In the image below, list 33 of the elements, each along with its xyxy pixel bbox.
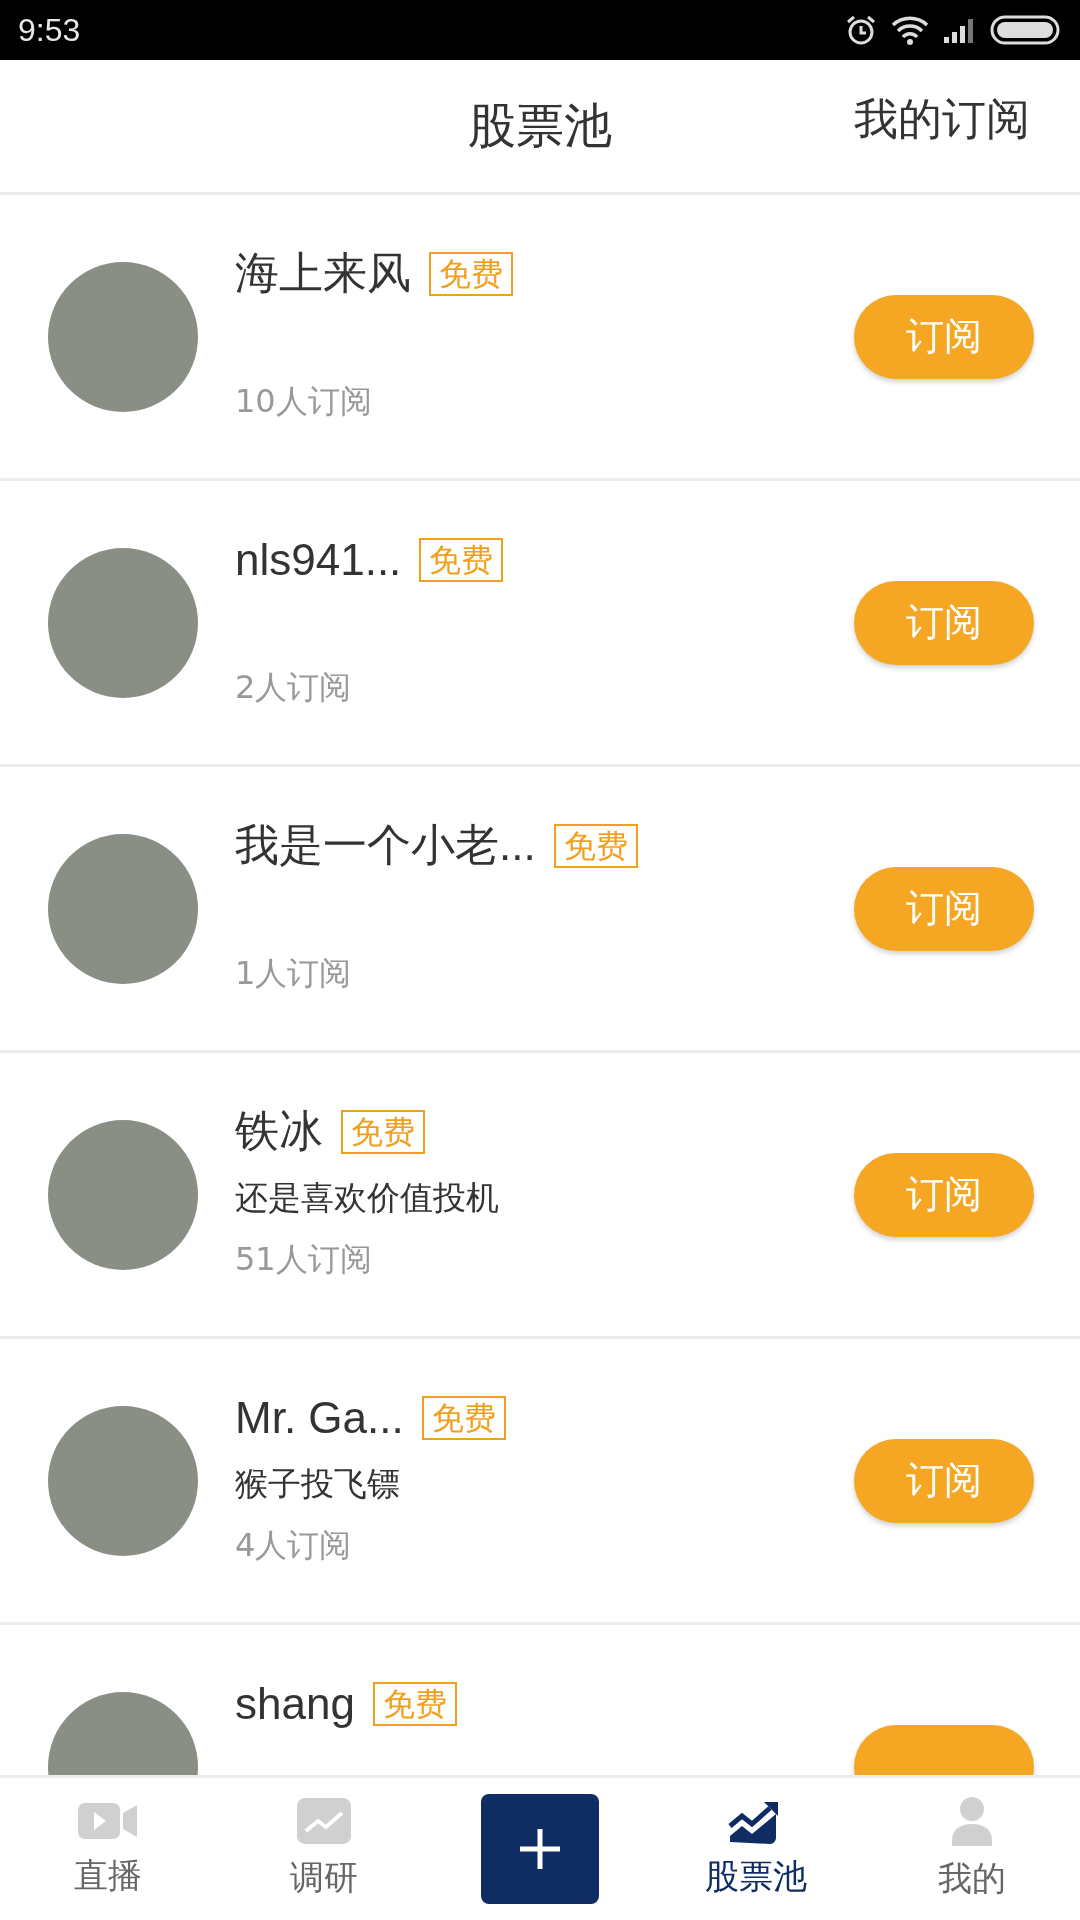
line-chart-icon bbox=[296, 1797, 352, 1845]
tab-item[interactable]: 直播 bbox=[0, 1778, 216, 1920]
page-title: 股票池 bbox=[468, 96, 612, 155]
user-name: 我是一个小老... bbox=[235, 819, 536, 871]
status-time: 9:53 bbox=[18, 11, 81, 49]
free-tag: 免费 bbox=[429, 251, 513, 296]
user-bio: 还是喜欢价值投机 bbox=[235, 1177, 499, 1219]
add-button[interactable] bbox=[481, 1794, 599, 1904]
tab-item[interactable]: 调研 bbox=[216, 1778, 432, 1920]
user-name: 铁冰 bbox=[235, 1105, 323, 1157]
free-tag: 免费 bbox=[421, 1395, 506, 1440]
user-name: nls941... bbox=[235, 534, 402, 585]
alarm-clock-icon bbox=[844, 13, 878, 47]
tab-item[interactable]: 股票池 bbox=[648, 1778, 864, 1920]
user-bio: 猴子投飞镖 bbox=[235, 1463, 400, 1505]
subscriber-count: 2人订阅 bbox=[235, 666, 352, 708]
free-tag: 免费 bbox=[419, 537, 504, 582]
free-tag: 免费 bbox=[553, 823, 638, 868]
subscriber-count: 10人订阅 bbox=[235, 380, 372, 422]
free-tag: 免费 bbox=[372, 1681, 457, 1726]
subscriber-count: 1人订阅 bbox=[235, 952, 352, 994]
plus-icon bbox=[518, 1827, 562, 1871]
subscriber-count: 51人订阅 bbox=[235, 1238, 372, 1280]
user-name: shang bbox=[235, 1678, 355, 1729]
wifi-icon bbox=[890, 14, 930, 46]
my-subscriptions-link[interactable]: 我的订阅 bbox=[854, 90, 1030, 149]
user-name: Mr. Ga... bbox=[235, 1392, 404, 1443]
free-tag: 免费 bbox=[341, 1109, 425, 1154]
user-name: 海上来风 bbox=[235, 247, 411, 299]
person-icon bbox=[950, 1796, 994, 1846]
tab-item[interactable]: 我的 bbox=[864, 1778, 1080, 1920]
subscriber-count: 4人订阅 bbox=[235, 1524, 352, 1566]
battery-icon bbox=[990, 14, 1062, 46]
